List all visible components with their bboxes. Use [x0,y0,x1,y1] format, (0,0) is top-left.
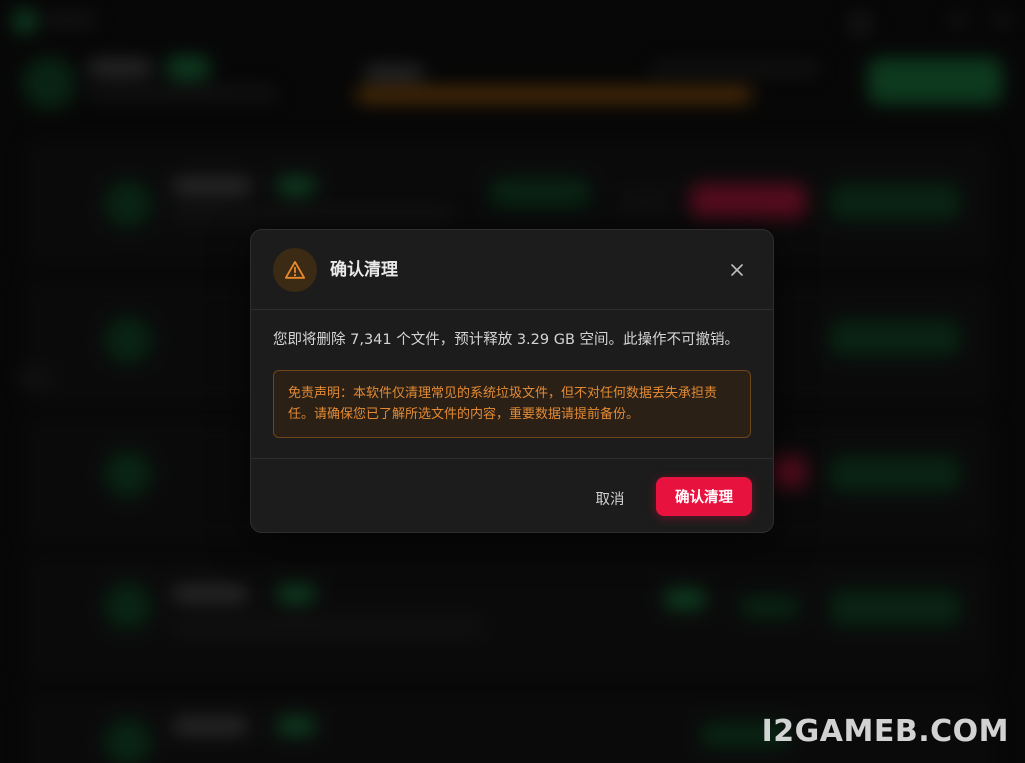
confirm-cleanup-dialog: 确认清理 您即将删除 7,341 个文件，预计释放 3.29 GB 空间。此操作… [250,229,774,533]
dialog-message: 您即将删除 7,341 个文件，预计释放 3.29 GB 空间。此操作不可撤销。 [273,332,740,348]
warning-icon [273,248,317,292]
app-window: 确认清理 您即将删除 7,341 个文件，预计释放 3.29 GB 空间。此操作… [0,0,1025,763]
confirm-cleanup-button[interactable]: 确认清理 [656,477,752,516]
dialog-title: 确认清理 [330,260,398,280]
dialog-footer: 取消 确认清理 [251,459,773,533]
disclaimer-notice: 免责声明：本软件仅清理常见的系统垃圾文件，但不对任何数据丢失承担责任。请确保您已… [273,370,751,438]
cancel-button[interactable]: 取消 [581,479,639,517]
close-icon [731,264,743,276]
close-button[interactable] [725,258,749,282]
dialog-body: 您即将删除 7,341 个文件，预计释放 3.29 GB 空间。此操作不可撤销。… [251,310,773,459]
watermark-logo: I2GAMEB.COM [761,714,1009,749]
dialog-header: 确认清理 [251,230,773,310]
